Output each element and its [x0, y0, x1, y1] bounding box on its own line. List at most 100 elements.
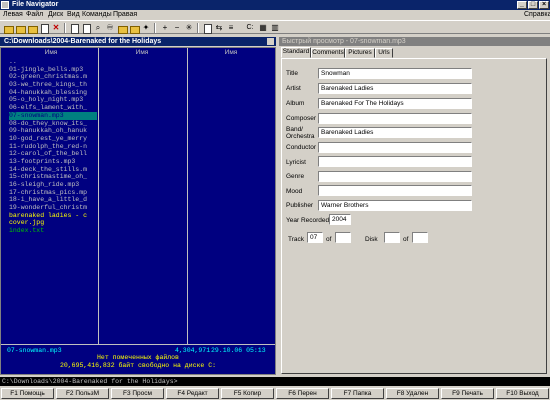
f8-delete-button[interactable]: F8 Удален — [386, 388, 439, 399]
path-arrow-icon[interactable] — [267, 38, 274, 45]
list-item[interactable]: 19-wonderful_christm — [9, 204, 97, 212]
menu-help[interactable]: Справка — [524, 11, 550, 19]
track-total-field[interactable] — [335, 232, 351, 243]
list-item[interactable]: 10-god_rest_ye_merry — [9, 135, 97, 143]
left-file-panel[interactable]: Имя Имя Имя .. 01-jingle_bells.mp3 02-gr… — [0, 47, 276, 375]
folder-tree-icon[interactable] — [117, 23, 128, 34]
list-item[interactable]: 12-carol_of_the_bell — [9, 150, 97, 158]
delete-icon[interactable]: ✕ — [51, 23, 61, 33]
list-item[interactable]: 15-christmastime_oh_ — [9, 173, 97, 181]
list-item[interactable]: index.txt — [9, 227, 97, 235]
list-item[interactable]: 05-o_holy_night.mp3 — [9, 96, 97, 104]
status-file-name: 07-snowman.mp3 — [7, 347, 62, 354]
folder-sync-icon[interactable] — [129, 23, 140, 34]
band-field[interactable]: Barenaked Ladies — [318, 127, 472, 138]
brief-view-icon[interactable] — [202, 23, 212, 34]
year-label: Year Recorded — [286, 217, 330, 224]
mood-field[interactable] — [318, 185, 472, 196]
list-item-selected[interactable]: 07-snowman.mp3 — [9, 111, 97, 120]
grid-icon[interactable]: ▦ — [258, 23, 268, 33]
column-header-name[interactable]: Имя — [9, 49, 93, 57]
menu-view[interactable]: Вид — [67, 11, 80, 19]
close-icon[interactable]: × — [539, 1, 549, 9]
f3-view-button[interactable]: F3 Просм — [111, 388, 164, 399]
list-item[interactable]: 14-deck_the_stills.m — [9, 166, 97, 174]
split-view-icon[interactable]: ▥ — [270, 23, 280, 33]
binoculars-icon[interactable]: ♾ — [105, 23, 115, 33]
list-item[interactable]: .. — [9, 58, 97, 66]
list-item[interactable]: cover.jpg — [9, 219, 97, 227]
lyricist-field[interactable] — [318, 156, 472, 167]
copy-icon[interactable] — [69, 23, 79, 34]
tab-standard[interactable]: Standard — [281, 47, 311, 58]
list-item[interactable]: 08-do_they_know_its_ — [9, 120, 97, 128]
title-field[interactable]: Snowman — [318, 68, 472, 79]
list-item[interactable]: 18-i_have_a_little_d — [9, 196, 97, 204]
left-panel-path[interactable]: C:\Downloads\2004-Barenaked for the Holi… — [0, 37, 276, 46]
list-item[interactable]: 17-christmas_pics.mp — [9, 189, 97, 197]
list-item[interactable]: 13-footprints.mp3 — [9, 158, 97, 166]
composer-field[interactable] — [318, 113, 472, 124]
disk-of-label: of — [403, 236, 409, 243]
column-header-name[interactable]: Имя — [100, 49, 184, 57]
list-item[interactable]: 11-rudolph_the_red-n — [9, 143, 97, 151]
drive-label[interactable]: C: — [244, 23, 256, 33]
sort-icon[interactable]: ≡ — [226, 23, 236, 33]
select-minus-icon[interactable]: − — [172, 23, 182, 33]
tab-pictures[interactable]: Pictures — [345, 48, 375, 58]
disk-label: Disk — [365, 236, 378, 243]
list-item[interactable]: 01-jingle_bells.mp3 — [9, 66, 97, 74]
tab-comments[interactable]: Comments — [311, 48, 345, 58]
maximize-icon[interactable]: □ — [528, 1, 538, 9]
list-item[interactable]: 02-green_christmas.m — [9, 73, 97, 81]
folder-up-icon[interactable] — [15, 23, 26, 34]
menu-right[interactable]: Правая — [113, 11, 137, 19]
f9-print-button[interactable]: F9 Печать — [441, 388, 494, 399]
list-item[interactable]: 06-elfs_lament_with_ — [9, 104, 97, 112]
disk-field[interactable] — [384, 232, 400, 243]
tab-urls[interactable]: Urls — [375, 48, 393, 58]
f7-mkdir-button[interactable]: F7 Папка — [331, 388, 384, 399]
f1-help-button[interactable]: F1 Помощь — [1, 388, 54, 399]
menu-left[interactable]: Левая — [3, 11, 23, 19]
publisher-field[interactable]: Warner Brothers — [318, 200, 472, 211]
f6-move-button[interactable]: F6 Перен — [276, 388, 329, 399]
lightbulb-icon[interactable]: ✦ — [141, 23, 151, 33]
compare-icon[interactable]: ⇆ — [214, 23, 224, 33]
conductor-field[interactable] — [318, 142, 472, 153]
column-header-name[interactable]: Имя — [189, 49, 273, 57]
quick-view-header[interactable]: Быстрый просмотр - 07-snowman.mp3 — [279, 37, 550, 46]
track-field[interactable]: 07 — [307, 232, 323, 243]
genre-label: Genre — [286, 173, 305, 180]
f5-copy-button[interactable]: F5 Копир — [221, 388, 274, 399]
artist-field[interactable]: Barenaked Ladies — [318, 83, 472, 94]
list-item[interactable]: 09-hanukkah_oh_hanuk — [9, 127, 97, 135]
left-path-text: C:\Downloads\2004-Barenaked for the Holi… — [4, 38, 162, 45]
disk-total-field[interactable] — [412, 232, 428, 243]
menu-file[interactable]: Файл — [26, 11, 43, 19]
year-field[interactable]: 2004 — [329, 214, 351, 225]
genre-field[interactable] — [318, 171, 472, 182]
mood-label: Mood — [286, 188, 303, 195]
list-item[interactable]: barenaked ladies - c — [9, 212, 97, 220]
f4-edit-button[interactable]: F4 Редакт — [166, 388, 219, 399]
search-icon[interactable]: ⌕ — [93, 23, 103, 33]
command-line[interactable]: C:\Downloads\2004-Barenaked for the Holi… — [0, 377, 550, 386]
lyricist-label: Lyricist — [286, 159, 306, 166]
list-item[interactable]: 16-sleigh_ride.mp3 — [9, 181, 97, 189]
minimize-icon[interactable]: _ — [517, 1, 527, 9]
menu-commands[interactable]: Команды — [82, 11, 112, 19]
document-icon[interactable] — [39, 23, 49, 34]
select-all-icon[interactable]: ✳ — [184, 23, 194, 33]
album-field[interactable]: Barenaked For The Holidays — [318, 98, 472, 109]
list-item[interactable]: 04-hanukkah_blessing — [9, 89, 97, 97]
select-plus-icon[interactable]: + — [160, 23, 170, 33]
list-item[interactable]: 03-we_three_kings_th — [9, 81, 97, 89]
column-divider — [187, 48, 188, 344]
folder-open-icon[interactable] — [27, 23, 38, 34]
f10-exit-button[interactable]: F10 Выход — [496, 388, 549, 399]
folder-icon[interactable] — [3, 23, 14, 34]
view-icon[interactable] — [81, 23, 91, 34]
f2-user-menu-button[interactable]: F2 ПользМ — [56, 388, 109, 399]
menu-disk[interactable]: Диск — [48, 11, 63, 19]
